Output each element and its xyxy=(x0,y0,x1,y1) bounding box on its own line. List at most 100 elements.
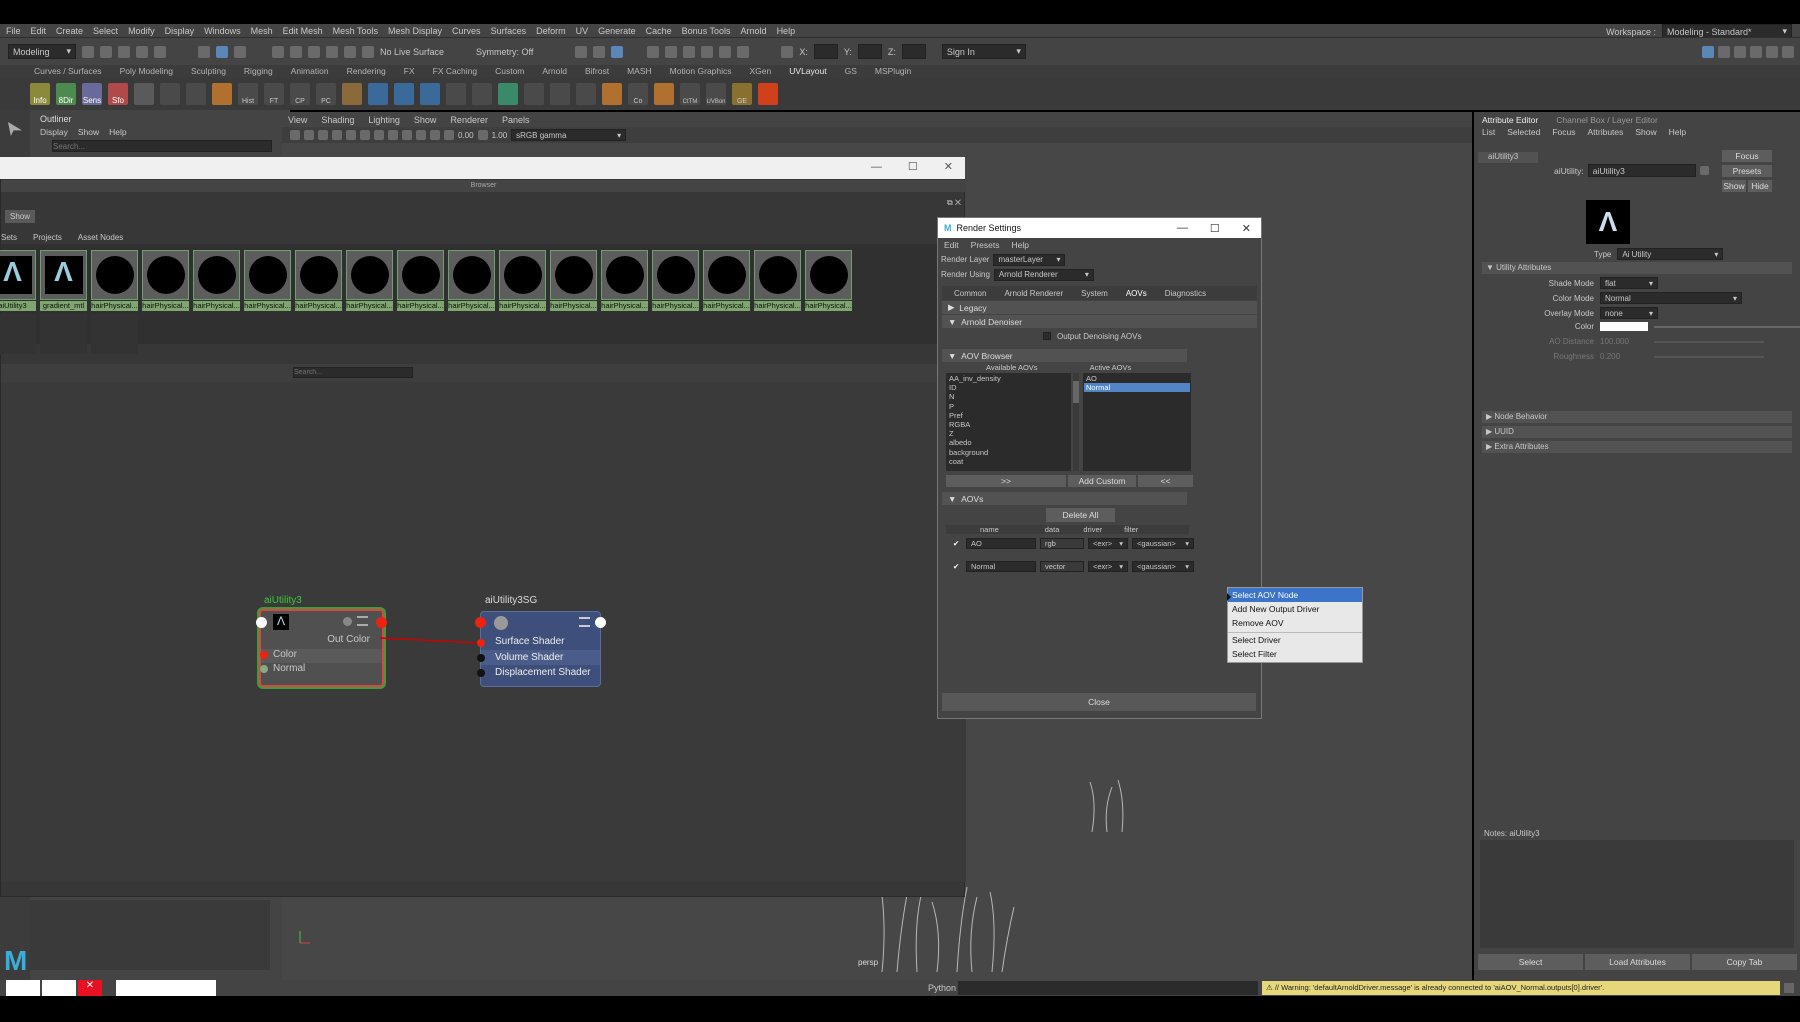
hs-float-icon[interactable]: ⧉ ✕ xyxy=(947,198,961,208)
node-options-icon[interactable] xyxy=(343,617,352,626)
vp-smooth-icon[interactable] xyxy=(360,130,370,140)
shelf-gear-icon[interactable] xyxy=(160,82,180,105)
layout-icon[interactable] xyxy=(1702,45,1714,58)
menu-curves[interactable]: Curves xyxy=(452,26,481,36)
material-swatch[interactable] xyxy=(448,250,495,300)
menu-surfaces[interactable]: Surfaces xyxy=(491,26,527,36)
rs-add-custom-button[interactable]: Add Custom xyxy=(1068,475,1136,487)
material-swatch[interactable]: Λ xyxy=(40,250,87,300)
modeling-toolkit-icon[interactable] xyxy=(1718,45,1730,58)
shelf-link-icon[interactable] xyxy=(420,82,440,105)
shelf-diamond-icon[interactable] xyxy=(654,82,674,105)
ctx-select-aov-node[interactable]: Select AOV Node xyxy=(1228,588,1362,602)
node2-input-port[interactable] xyxy=(475,617,486,628)
ae-color-swatch[interactable] xyxy=(1600,322,1648,331)
menu-generate[interactable]: Generate xyxy=(598,26,636,36)
rs-maximize-icon[interactable]: ☐ xyxy=(1210,222,1220,235)
pause-icon[interactable] xyxy=(737,45,750,58)
shelf-m-icon[interactable] xyxy=(550,82,570,105)
rs-tab-arnold-renderer[interactable]: Arnold Renderer xyxy=(1004,289,1063,298)
snap-grid-icon[interactable] xyxy=(272,45,284,58)
rs-menu-edit[interactable]: Edit xyxy=(944,240,959,250)
rs-aov-driver-dropdown[interactable]: <exr> ▾ xyxy=(1088,561,1128,572)
snap-view-icon[interactable] xyxy=(326,45,338,58)
ae-utility-section[interactable]: ▼ Utility Attributes xyxy=(1482,262,1792,274)
rs-available-aov-item[interactable]: AA_inv_density xyxy=(949,374,1068,383)
rs-aovs-section[interactable]: ▼ AOVs xyxy=(942,492,1187,505)
z-field[interactable] xyxy=(901,44,926,59)
ae-roughness-slider[interactable] xyxy=(1654,355,1764,358)
shelf-uvbon-button[interactable]: UVBon xyxy=(706,82,726,105)
vp-lock-icon[interactable] xyxy=(304,130,314,140)
material-swatch[interactable] xyxy=(652,250,699,300)
python-label[interactable]: Python xyxy=(928,983,956,993)
menu-edit-mesh[interactable]: Edit Mesh xyxy=(283,26,323,36)
select-by-object-icon[interactable] xyxy=(216,45,228,58)
snap-curve-icon[interactable] xyxy=(290,45,302,58)
shelf-ge-button[interactable]: GE xyxy=(732,82,752,105)
shelf-uvlayout-icon[interactable] xyxy=(758,82,778,105)
node-aiutility3sg[interactable]: Surface Shader Volume Shader Displacemen… xyxy=(480,611,601,687)
shelf-tab[interactable]: Curves / Surfaces xyxy=(34,66,102,76)
tool-settings-icon[interactable] xyxy=(1750,45,1762,58)
menu-arnold[interactable]: Arnold xyxy=(741,26,767,36)
minimized-window-close-icon[interactable]: ✕ xyxy=(78,980,102,996)
vp-menu-renderer[interactable]: Renderer xyxy=(450,115,488,125)
shelf-ft-button[interactable]: FT xyxy=(264,82,284,105)
rs-menu-presets[interactable]: Presets xyxy=(971,240,1000,250)
shelf-tab[interactable]: Poly Modeling xyxy=(120,66,173,76)
menu-file[interactable]: File xyxy=(6,26,21,36)
rs-add-aov-button[interactable]: >> xyxy=(946,475,1066,487)
ae-ao-distance-slider[interactable] xyxy=(1654,340,1764,343)
rs-tab-common[interactable]: Common xyxy=(954,289,986,298)
undo-icon[interactable] xyxy=(136,45,148,58)
rs-denoiser-section[interactable]: ▼ Arnold Denoiser xyxy=(942,315,1257,328)
x-field[interactable] xyxy=(813,44,838,59)
vp-xray-icon[interactable] xyxy=(430,130,440,140)
minimized-window-1[interactable] xyxy=(6,980,40,996)
shelf-tab[interactable]: Rendering xyxy=(347,66,386,76)
rs-tab-system[interactable]: System xyxy=(1081,289,1108,298)
ae-focus-button[interactable]: Focus xyxy=(1722,150,1772,162)
material-swatch[interactable] xyxy=(142,250,189,300)
sphere-swatch-icon[interactable] xyxy=(0,314,36,354)
sign-in-button[interactable]: Sign In ▾ xyxy=(941,44,1026,59)
material-swatch[interactable] xyxy=(754,250,801,300)
tab-attribute-editor[interactable]: Attribute Editor xyxy=(1482,115,1538,125)
shelf-tab[interactable]: Rigging xyxy=(244,66,273,76)
rs-available-aov-item[interactable]: N xyxy=(949,392,1068,401)
ae-type-dropdown[interactable]: Ai Utility ▾ xyxy=(1617,248,1724,260)
ctx-select-filter[interactable]: Select Filter xyxy=(1228,647,1362,661)
shelf-tab[interactable]: Motion Graphics xyxy=(670,66,732,76)
menu-display[interactable]: Display xyxy=(165,26,195,36)
gamma-value[interactable]: 1.00 xyxy=(492,131,508,140)
checker-swatch-icon[interactable] xyxy=(40,314,87,354)
outliner-menu-display[interactable]: Display xyxy=(40,127,68,137)
node2-displacement-port[interactable] xyxy=(477,669,485,677)
shelf-cttm-button[interactable]: CtTM xyxy=(680,82,700,105)
material-swatch[interactable] xyxy=(244,250,291,300)
shelf-sparkle-icon[interactable] xyxy=(342,82,362,105)
shelf-info-button[interactable]: Info xyxy=(30,82,50,105)
shelf-tab[interactable]: FX Caching xyxy=(433,66,477,76)
channel-box-icon[interactable] xyxy=(1766,45,1778,58)
menu-deform[interactable]: Deform xyxy=(536,26,566,36)
minimized-window-restore[interactable] xyxy=(42,980,76,996)
node2-volume-port[interactable] xyxy=(477,654,485,662)
ae-overlay-mode-dropdown[interactable]: none ▾ xyxy=(1600,307,1658,319)
shelf-tab-uvlayout[interactable]: UVLayout xyxy=(789,66,826,76)
shelf-cursor-icon[interactable] xyxy=(186,82,206,105)
render-view-icon[interactable] xyxy=(575,45,588,58)
node1-normal-port[interactable] xyxy=(260,665,268,673)
rs-available-aov-item[interactable]: ID xyxy=(949,383,1068,392)
shelf-tab[interactable]: Arnold xyxy=(542,66,567,76)
menu-bonus-tools[interactable]: Bonus Tools xyxy=(682,26,731,36)
menu-edit[interactable]: Edit xyxy=(31,26,47,36)
rs-tab-aovs[interactable]: AOVs xyxy=(1126,289,1147,298)
menu-windows[interactable]: Windows xyxy=(204,26,241,36)
vp-menu-show[interactable]: Show xyxy=(414,115,437,125)
menu-mesh[interactable]: Mesh xyxy=(251,26,273,36)
vp-wireframe-icon[interactable] xyxy=(346,130,356,140)
snap-surface-icon[interactable] xyxy=(344,45,356,58)
node1-output-port[interactable] xyxy=(376,617,387,628)
